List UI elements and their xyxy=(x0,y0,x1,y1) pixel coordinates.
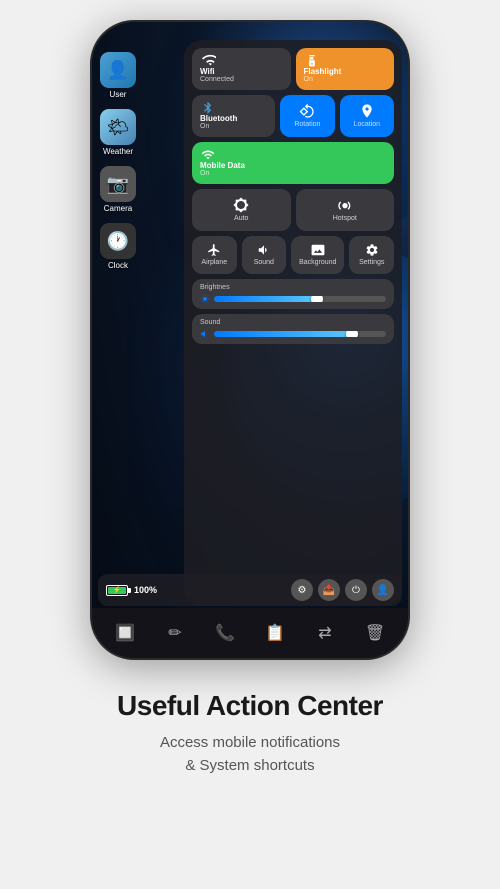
mobile-data-label: Mobile Data xyxy=(200,162,245,171)
location-label: Location xyxy=(354,121,380,129)
bluetooth-icon xyxy=(200,101,216,115)
phone-screen: 👤 User 🌤 Weather 📷 Camera 🕐 Clock xyxy=(92,22,408,658)
power-status-icon[interactable]: ⏻ xyxy=(345,579,367,601)
brightness-track[interactable] xyxy=(214,296,386,302)
wifi-icon xyxy=(200,54,216,68)
dock-notes-icon[interactable]: 📋 xyxy=(261,619,289,647)
app-weather[interactable]: 🌤 Weather xyxy=(100,109,136,156)
mobile-data-tile[interactable]: Mobile Data On xyxy=(192,142,394,184)
camera-icon: 📷 xyxy=(100,166,136,202)
bottom-status-bar: ⚡ 100% ⚙ 📤 ⏻ 👤 xyxy=(98,574,402,606)
background-icon xyxy=(311,243,325,257)
brightness-fill xyxy=(214,296,317,302)
cc-row-3: Mobile Data On xyxy=(192,142,394,184)
clock-label: Clock xyxy=(108,261,128,270)
app-user[interactable]: 👤 User xyxy=(100,52,136,99)
auto-label: Auto xyxy=(234,215,248,223)
hotspot-tile[interactable]: Hotspot xyxy=(296,189,395,231)
flashlight-sub: On xyxy=(304,76,313,84)
dock-phone-icon[interactable]: 📞 xyxy=(211,619,239,647)
settings-status-icon[interactable]: ⚙ xyxy=(291,579,313,601)
control-center-panel: Wifi Connected Flashlight On Blu xyxy=(184,40,402,606)
app-clock[interactable]: 🕐 Clock xyxy=(100,223,136,270)
battery-body: ⚡ xyxy=(106,585,128,596)
rotation-icon xyxy=(299,103,315,119)
auto-brightness-icon xyxy=(233,197,249,213)
clock-icon: 🕐 xyxy=(100,223,136,259)
dock-finder-icon[interactable]: 🔲 xyxy=(111,619,139,647)
dock-pen-icon[interactable]: ✏ xyxy=(161,619,189,647)
bluetooth-tile[interactable]: Bluetooth On xyxy=(192,95,275,137)
background-label: Background xyxy=(299,259,336,267)
brightness-thumb[interactable] xyxy=(311,296,323,302)
cc-row-2: Bluetooth On Rotation Location xyxy=(192,95,394,137)
bottom-dock: 🔲 ✏ 📞 📋 ⇄ 🗑 xyxy=(92,608,408,658)
wifi-sub: Connected xyxy=(200,76,234,84)
sound-slider-section: Sound xyxy=(192,314,394,344)
sound-icon xyxy=(257,243,271,257)
settings-tile[interactable]: Settings xyxy=(349,236,394,274)
weather-icon: 🌤 xyxy=(100,109,136,145)
flashlight-label: Flashlight xyxy=(304,68,342,77)
battery-bolt: ⚡ xyxy=(113,586,122,594)
sound-track[interactable] xyxy=(214,331,386,337)
wifi-label: Wifi xyxy=(200,68,215,77)
location-tile[interactable]: Location xyxy=(340,95,394,137)
sound-label: Sound xyxy=(254,259,274,267)
cc-row-5: Airplane Sound Background xyxy=(192,236,394,274)
location-icon xyxy=(359,103,375,119)
bluetooth-label: Bluetooth xyxy=(200,115,237,124)
flashlight-icon xyxy=(304,54,320,68)
subtitle-line1: Access mobile notifications xyxy=(160,734,340,751)
sound-thumb[interactable] xyxy=(346,331,358,337)
app-icon-list: 👤 User 🌤 Weather 📷 Camera 🕐 Clock xyxy=(100,52,136,270)
sound-small-icon xyxy=(200,329,210,339)
wifi-tile[interactable]: Wifi Connected xyxy=(192,48,291,90)
brightness-small-icon xyxy=(200,294,210,304)
airplane-icon xyxy=(207,243,221,257)
airplane-label: Airplane xyxy=(201,259,227,267)
dock-trash-icon[interactable]: 🗑 xyxy=(361,619,389,647)
bluetooth-sub: On xyxy=(200,123,209,131)
sound-title: Sound xyxy=(200,319,386,326)
cc-row-4: Auto Hotspot xyxy=(192,189,394,231)
weather-label: Weather xyxy=(103,147,133,156)
battery-percent: 100% xyxy=(134,585,157,595)
camera-label: Camera xyxy=(104,204,132,213)
sub-title: Access mobile notifications & System sho… xyxy=(117,732,383,777)
user-label: User xyxy=(110,90,127,99)
settings-icon xyxy=(365,243,379,257)
status-icon-group: ⚙ 📤 ⏻ 👤 xyxy=(291,579,394,601)
text-section: Useful Action Center Access mobile notif… xyxy=(97,660,403,889)
brightness-title: Brightnes xyxy=(200,284,386,291)
background-tile[interactable]: Background xyxy=(291,236,344,274)
settings-label: Settings xyxy=(359,259,384,267)
brightness-slider-section: Brightnes xyxy=(192,279,394,309)
sound-tile[interactable]: Sound xyxy=(242,236,287,274)
dock-switch-icon[interactable]: ⇄ xyxy=(311,619,339,647)
main-title: Useful Action Center xyxy=(117,690,383,722)
battery-indicator: ⚡ xyxy=(106,585,128,596)
rotation-label: Rotation xyxy=(294,121,320,129)
app-camera[interactable]: 📷 Camera xyxy=(100,166,136,213)
sound-fill xyxy=(214,331,352,337)
phone-frame: 👤 User 🌤 Weather 📷 Camera 🕐 Clock xyxy=(90,20,410,660)
mobile-data-icon xyxy=(200,148,216,162)
hotspot-icon xyxy=(337,197,353,213)
airplane-tile[interactable]: Airplane xyxy=(192,236,237,274)
mobile-data-sub: On xyxy=(200,170,209,178)
rotation-tile[interactable]: Rotation xyxy=(280,95,334,137)
flashlight-tile[interactable]: Flashlight On xyxy=(296,48,395,90)
subtitle-line2: & System shortcuts xyxy=(185,757,314,774)
hotspot-label: Hotspot xyxy=(333,215,357,223)
share-status-icon[interactable]: 📤 xyxy=(318,579,340,601)
auto-tile[interactable]: Auto xyxy=(192,189,291,231)
lock-status-icon[interactable]: 👤 xyxy=(372,579,394,601)
cc-row-1: Wifi Connected Flashlight On xyxy=(192,48,394,90)
user-icon: 👤 xyxy=(100,52,136,88)
